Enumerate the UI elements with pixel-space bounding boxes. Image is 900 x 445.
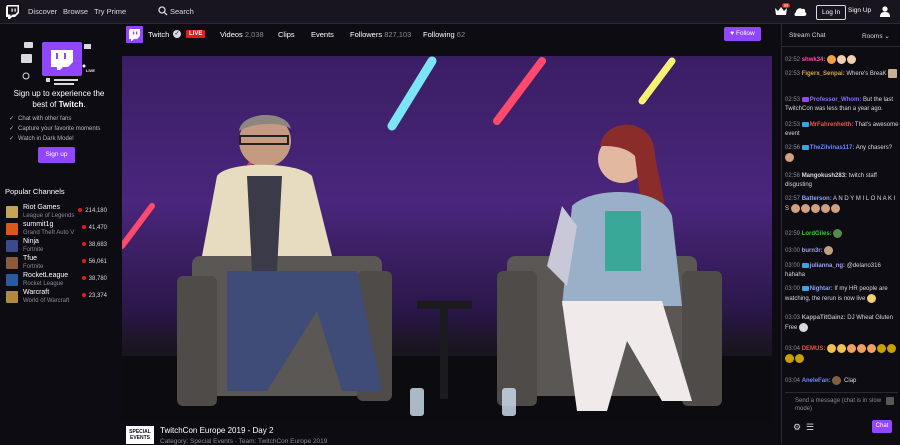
signup-button[interactable]: Sign Up (848, 7, 871, 14)
chat-message: 03:04 DEMUS: (785, 344, 899, 364)
promo-title: Sign up to experience the best of Twitch… (13, 89, 105, 109)
promo-live-tag: LIVE (86, 68, 95, 73)
promo-signup-button[interactable]: Sign up (38, 147, 75, 163)
live-dot (81, 293, 86, 298)
chat-input[interactable]: Send a message (chat is in slow mode) (785, 392, 898, 416)
channel-list: Riot Games League of Legends 214,180 sum… (4, 204, 116, 306)
promo-illustration (20, 38, 98, 90)
tab-clips[interactable]: Clips (278, 30, 295, 39)
channel-item[interactable]: Riot Games League of Legends 214,180 (4, 204, 116, 221)
chat-message: 02:56 Mangokush283: twitch staff disgust… (785, 173, 877, 188)
tab-followers[interactable]: Followers 827,103 (350, 30, 411, 39)
live-dot (81, 225, 86, 230)
chevron-down-icon: ⌄ (884, 33, 890, 40)
left-sidebar: LIVE Sign up to experience the best of T… (0, 24, 118, 444)
channel-avatar (6, 257, 18, 269)
top-nav: Discover Browse Try Prime Search 99 Log … (0, 0, 900, 24)
chat-message: 03:00 burn3r: (785, 246, 899, 256)
tab-videos[interactable]: Videos 2,038 (220, 30, 264, 39)
channel-item[interactable]: Warcraft World of Warcraft 23,374 (4, 289, 116, 306)
chat-message: 02:53 Figerx_Senpai: Where's BreaK (785, 69, 899, 79)
nav-browse[interactable]: Browse (63, 7, 88, 16)
chat-message: 02:59 LordGiles: (785, 229, 899, 239)
check-icon: ✓ (9, 116, 15, 122)
chat-message: 03:04 AneleFan: Clap (785, 376, 899, 386)
chat-message: 02:53 MrFahrenheith: That's awesome even… (785, 121, 899, 137)
check-icon: ✓ (9, 136, 15, 142)
channel-avatar (6, 274, 18, 286)
channel-header: Twitch ✓ LIVE Videos 2,038 Clips Events … (118, 24, 778, 46)
promo-features: ✓ Chat with other fans ✓ Capture your favo… (9, 115, 117, 145)
live-dot (78, 208, 83, 213)
popular-channels-heading: Popular Channels (5, 187, 65, 196)
tab-following[interactable]: Following 62 (423, 30, 465, 39)
check-icon: ✓ (9, 126, 15, 132)
notification-badge: 99 (782, 3, 791, 8)
live-dot (81, 242, 86, 247)
chat-message: 03:00 julianna_ng: @delano316 hahaha (785, 262, 881, 278)
tab-events[interactable]: Events (311, 30, 334, 39)
search-input[interactable]: Search (170, 7, 194, 16)
chat-message: 02:53 Professor_Whom: But the last Twitc… (785, 96, 894, 112)
rooms-dropdown[interactable]: Rooms ⌄ (862, 32, 890, 40)
chat-message: 02:52 shwk34: (785, 55, 899, 65)
chat-panel: Stream Chat Rooms ⌄ 02:52 shwk34: 02:53 … (781, 24, 900, 444)
twitch-logo-icon[interactable] (6, 5, 19, 19)
channel-name[interactable]: Twitch (148, 30, 169, 39)
chat-message: 02:56 TheZilvinas117: Any chasers? (785, 144, 899, 163)
user-icon[interactable] (880, 6, 890, 17)
feature-item: ✓ Watch in Dark Mode! (9, 136, 74, 142)
nav-try-prime[interactable]: Try Prime (94, 7, 126, 16)
channel-item[interactable]: Tfue Fortnite 56,061 (4, 255, 116, 272)
stream-category-logo[interactable]: SPECIAL EVENTS (126, 426, 154, 444)
stream-title: TwitchCon Europe 2019 - Day 2 (160, 426, 274, 435)
emote-picker-icon[interactable] (886, 397, 894, 405)
channel-item[interactable]: RocketLeague Rocket League 38,780 (4, 272, 116, 289)
follow-button[interactable]: ♥ Follow (724, 27, 761, 41)
chat-header-divider (782, 46, 900, 47)
channel-avatar (6, 223, 18, 235)
chat-header-title: Stream Chat (789, 32, 826, 39)
channel-avatar[interactable] (126, 26, 143, 43)
chat-message: 03:00 Nightar: If my HR people are watch… (785, 285, 888, 303)
login-button[interactable]: Log In (816, 5, 847, 20)
loot-icon[interactable] (794, 6, 807, 17)
live-dot (81, 259, 86, 264)
channel-avatar (6, 240, 18, 252)
live-badge: LIVE (186, 30, 206, 38)
video-frame (122, 56, 772, 421)
video-player[interactable] (122, 56, 772, 421)
chat-message: 02:57 Batterson: A N D Y M I L O N A K I… (785, 196, 896, 213)
chat-send-button[interactable]: Chat (872, 420, 892, 433)
heart-icon: ♥ (730, 30, 735, 37)
channel-item[interactable]: Ninja Fortnite 38,683 (4, 238, 116, 255)
nav-discover[interactable]: Discover (28, 7, 57, 16)
channel-item[interactable]: summit1g Grand Theft Auto V 41,470 (4, 221, 116, 238)
search-icon[interactable] (158, 6, 168, 16)
verified-icon: ✓ (173, 30, 181, 38)
viewer-list-icon[interactable]: ☰ (806, 422, 814, 433)
live-dot (81, 276, 86, 281)
feature-item: ✓ Chat with other fans (9, 116, 72, 122)
chat-message: 03:03 KappaTitGainz: DJ Wheat Gluten Fre… (785, 315, 893, 332)
feature-item: ✓ Capture your favorite moments (9, 126, 101, 132)
channel-avatar (6, 206, 18, 218)
channel-avatar (6, 291, 18, 303)
settings-gear-icon[interactable]: ⚙ (793, 422, 801, 433)
